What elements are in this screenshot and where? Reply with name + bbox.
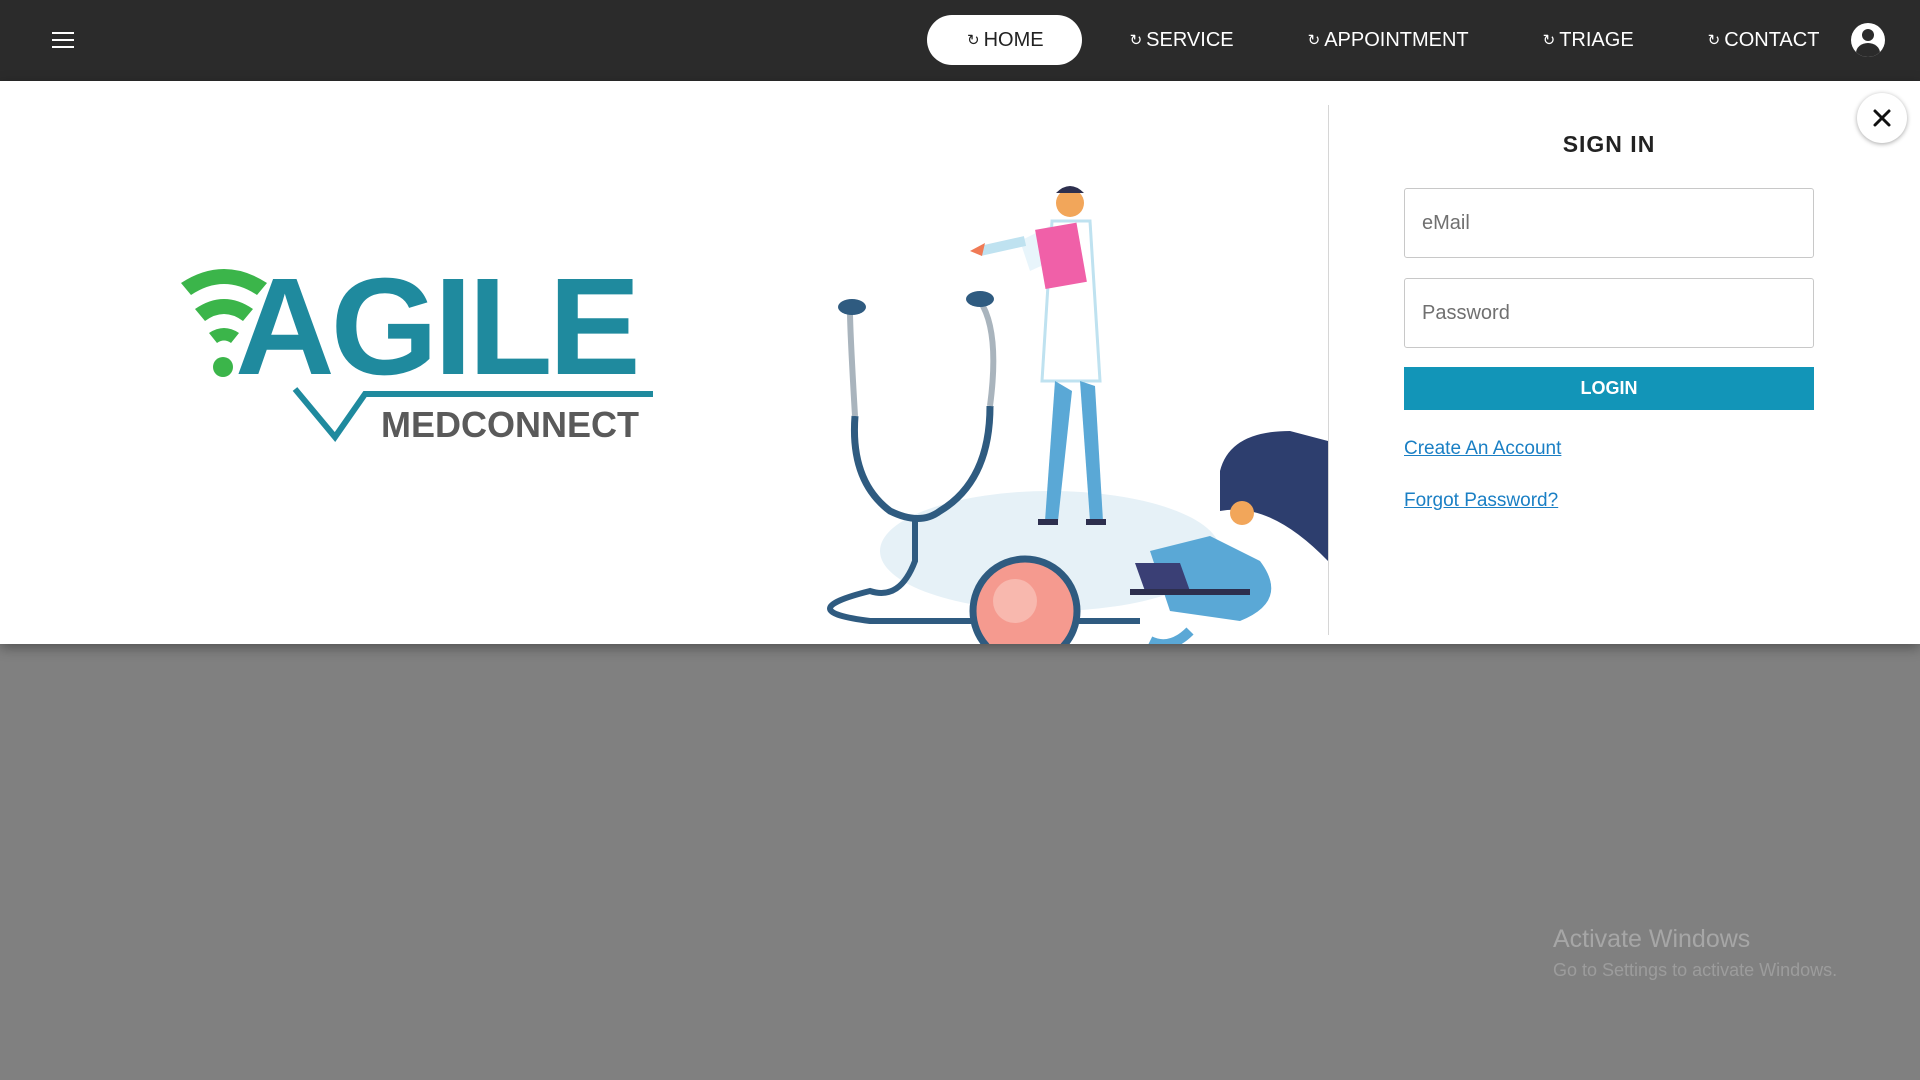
signin-title: SIGN IN: [1562, 131, 1656, 157]
forgot-password-link[interactable]: Forgot Password?: [1404, 490, 1558, 512]
nav-item-label: APPOINTMENT: [1324, 28, 1469, 51]
nav-item-contact[interactable]: ↻ CONTACT: [1682, 15, 1846, 65]
modal-divider: [1328, 105, 1329, 635]
top-navbar: ↻ HOME ↻ SERVICE ↻ APPOINTMENT ↻ TRIAGE …: [0, 0, 1920, 81]
close-button[interactable]: [1857, 93, 1907, 143]
password-field[interactable]: [1404, 278, 1814, 348]
refresh-icon: ↻: [1707, 32, 1721, 49]
agile-medconnect-logo: AGILE MEDCONNECT: [181, 259, 653, 445]
refresh-icon: ↻: [1129, 32, 1143, 49]
nav-item-appointment[interactable]: ↻ APPOINTMENT: [1282, 15, 1495, 65]
nav-item-triage[interactable]: ↻ TRIAGE: [1517, 15, 1660, 65]
logo-brand: AGILE: [235, 259, 637, 404]
nav-item-service[interactable]: ↻ SERVICE: [1104, 15, 1260, 65]
close-icon: [1873, 109, 1891, 127]
email-field[interactable]: [1404, 188, 1814, 258]
refresh-icon: ↻: [1542, 32, 1556, 49]
user-circle-icon[interactable]: [1851, 23, 1885, 57]
refresh-icon: ↻: [1307, 32, 1321, 49]
hamburger-icon[interactable]: [52, 32, 74, 48]
main-nav: ↻ HOME ↻ SERVICE ↻ APPOINTMENT ↻ TRIAGE …: [927, 15, 1867, 65]
create-account-link[interactable]: Create An Account: [1404, 438, 1561, 460]
activate-windows-title: Activate Windows: [1553, 925, 1751, 953]
doctor-illustration: [827, 186, 1328, 644]
nav-item-label: HOME: [983, 28, 1044, 51]
logo-sub: MEDCONNECT: [381, 404, 639, 445]
nav-item-label: TRIAGE: [1559, 28, 1634, 51]
signin-modal: AGILE MEDCONNECT SIGN IN eMail LOGIN Cre…: [0, 81, 1920, 644]
nav-item-label: SERVICE: [1146, 28, 1234, 51]
refresh-icon: ↻: [967, 32, 980, 49]
activate-windows-subtitle: Go to Settings to activate Windows.: [1553, 960, 1838, 980]
login-button[interactable]: LOGIN: [1404, 367, 1814, 410]
nav-item-home[interactable]: ↻ HOME: [927, 15, 1082, 65]
nav-item-label: CONTACT: [1724, 28, 1820, 51]
